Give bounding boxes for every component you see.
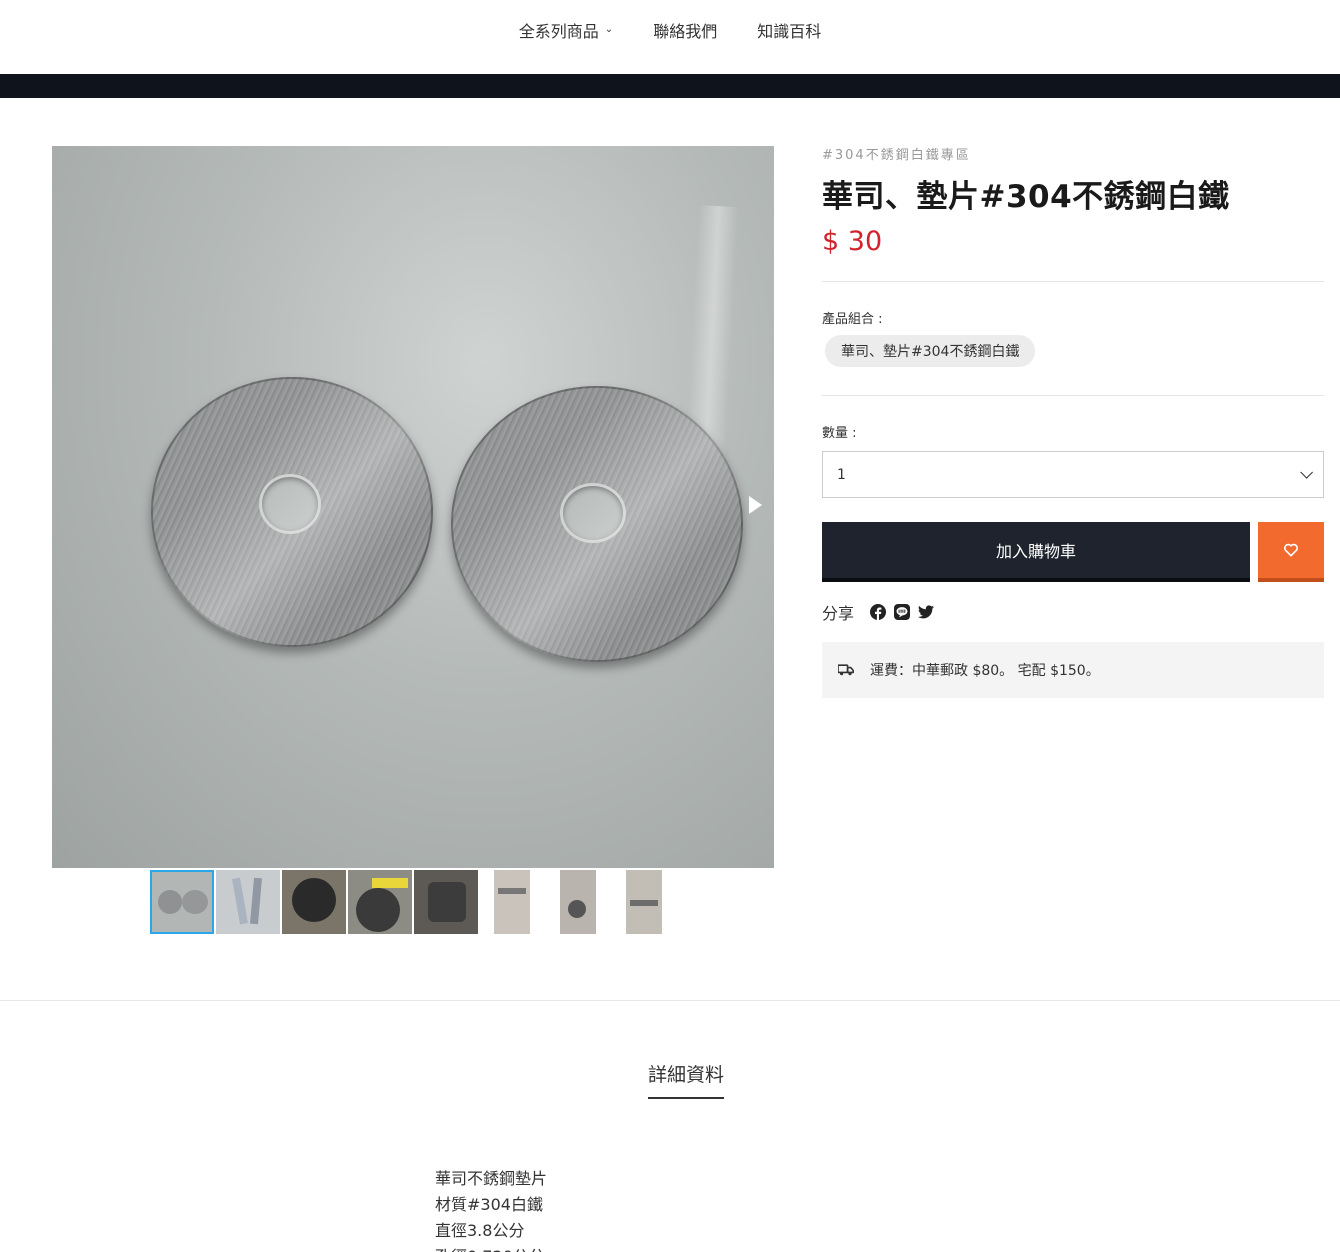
variation-option-chip[interactable]: 華司、墊片#304不銹鋼白鐵 [825,335,1036,367]
thumbnail-6[interactable] [480,870,544,934]
chevron-down-icon [1300,466,1313,479]
header-bar [0,74,1340,98]
add-to-cart-button[interactable]: 加入購物車 [822,522,1250,582]
quantity-label: 數量 : [822,426,857,441]
tab-details[interactable]: 詳細資料 [648,1060,725,1099]
product-description: 華司不銹鋼墊片 材質#304白鐵 直徑3.8公分 孔徑0.720公分 [435,1166,547,1252]
section-divider [0,1000,1340,1001]
thumb-washer [568,900,586,918]
twitter-icon[interactable] [918,604,935,620]
thumb-tape [372,878,408,888]
share-row: 分享 [822,600,1324,624]
thumbnail-5[interactable] [414,870,478,934]
thumbnail-strip [150,870,676,934]
washer-left [151,377,433,647]
washer-shine [151,377,433,647]
thumb-pile [428,882,466,922]
thumb-disc [356,888,400,932]
thumbnail-1[interactable] [150,870,214,934]
description-line: 孔徑0.720公分 [435,1244,547,1252]
next-image-arrow-icon[interactable] [749,496,762,514]
quantity-select[interactable]: 1 [822,451,1324,498]
truck-icon [838,664,854,676]
line-icon[interactable] [894,604,911,620]
nav-all-products-label: 全系列商品 [518,22,599,41]
wishlist-button[interactable] [1258,522,1324,582]
thumb-bolt [232,877,248,925]
chevron-down-icon: ⌄ [604,23,614,35]
thumb-disc [292,878,336,922]
thumbnail-8[interactable] [612,870,676,934]
heart-icon [1283,543,1299,557]
nav-knowledge[interactable]: 知識百科 [757,18,821,42]
description-line: 直徑3.8公分 [435,1221,525,1240]
product-main-image[interactable] [52,146,774,868]
shipping-info: 運費：中華郵政 $80。 宅配 $150。 [822,642,1324,698]
add-to-cart-label: 加入購物車 [995,542,1076,561]
top-navigation: 全系列商品 ⌄ 聯絡我們 知識百科 [0,0,1340,74]
thumb-caliper [626,870,662,934]
nav-all-products[interactable]: 全系列商品 ⌄ [519,18,613,42]
thumbnail-3[interactable] [282,870,346,934]
thumbnail-4[interactable] [348,870,412,934]
divider [822,281,1324,282]
thumb-bolt [250,877,262,925]
nav-contact-us-label: 聯絡我們 [653,22,718,41]
thumb-caliper-bar [630,900,658,906]
thumb-caliper [494,870,530,934]
shipping-text: 運費：中華郵政 $80。 宅配 $150。 [870,663,1100,679]
thumbnail-7[interactable] [546,870,610,934]
washer-shine [451,386,743,662]
thumb-caliper-bar [498,888,526,894]
product-info: #304不銹鋼白鐵專區 華司、墊片#304不銹鋼白鐵 $ 30 產品組合 : 華… [822,144,1324,698]
description-line: 材質#304白鐵 [435,1195,543,1214]
divider [822,395,1324,396]
thumb-caliper [560,870,596,934]
nav-contact-us[interactable]: 聯絡我們 [653,18,717,42]
product-category[interactable]: #304不銹鋼白鐵專區 [822,144,1324,163]
thumb-washer [182,890,208,914]
facebook-icon[interactable] [870,604,887,620]
thumb-washer [158,890,182,914]
product-price: $ 30 [822,226,883,257]
thumbnail-2[interactable] [216,870,280,934]
variation-label: 產品組合 : [822,312,883,327]
washer-right [451,386,743,662]
quantity-value: 1 [837,466,846,483]
description-line: 華司不銹鋼墊片 [435,1169,548,1188]
share-label: 分享 [822,604,855,623]
nav-knowledge-label: 知識百科 [757,22,822,41]
product-title: 華司、墊片#304不銹鋼白鐵 [822,179,1230,215]
